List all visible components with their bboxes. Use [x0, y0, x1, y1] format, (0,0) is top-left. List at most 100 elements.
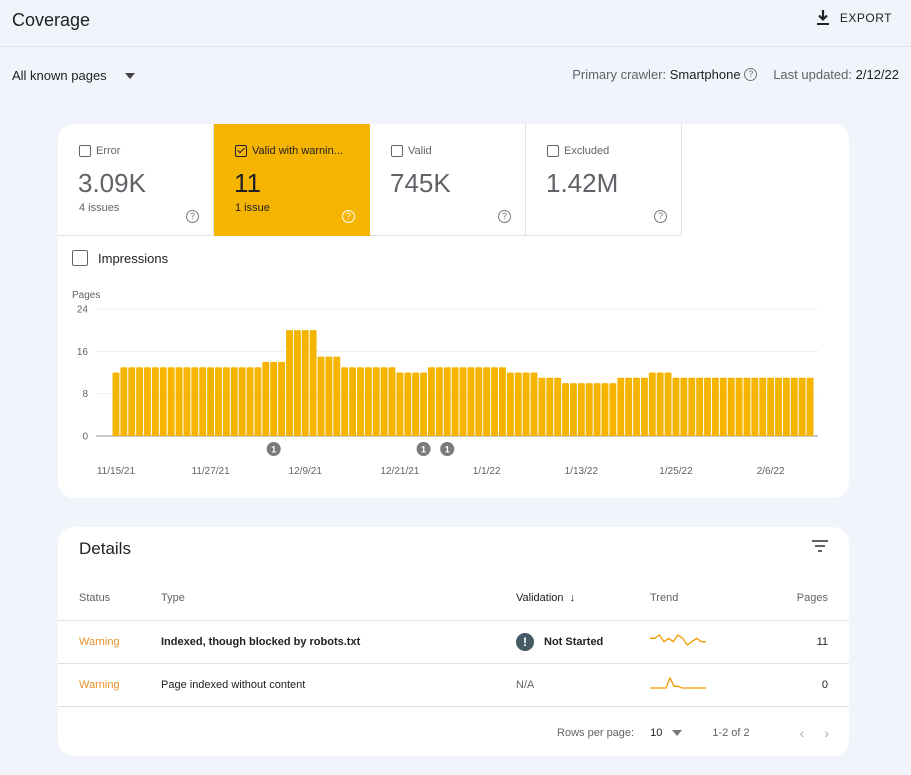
bar	[514, 372, 522, 436]
bar	[151, 367, 159, 436]
bar	[372, 367, 380, 436]
table-row[interactable]: Warning Indexed, though blocked by robot…	[58, 620, 849, 664]
bar	[222, 367, 230, 436]
tile-value: 745K	[390, 168, 451, 198]
bar	[278, 361, 286, 436]
bar	[159, 367, 167, 436]
help-icon[interactable]: ?	[744, 68, 758, 81]
tile-value: 11	[234, 168, 261, 198]
bar	[577, 383, 585, 436]
impressions-label: Impressions	[98, 250, 169, 266]
tile-label: Excluded	[564, 145, 610, 157]
y-axis-label: Pages	[72, 290, 100, 301]
bar	[751, 377, 759, 436]
prev-page-icon[interactable]: ‹	[800, 725, 805, 741]
pages-bar-chart: Pages 0 8 16 24 1 1 1 11/15/21 11/27/21 12/9/21 12/…	[72, 290, 818, 477]
updated-value: 2/12/22	[855, 67, 899, 82]
help-icon[interactable]: ?	[186, 210, 199, 223]
trend-sparkline	[650, 634, 706, 646]
bar	[530, 372, 538, 436]
bar	[625, 377, 633, 436]
bar	[167, 367, 175, 436]
bar	[175, 367, 183, 436]
annotation-label: 1	[271, 445, 276, 455]
bar	[735, 377, 743, 436]
x-tick-label: 1/25/22	[659, 466, 693, 477]
validation-header-label: Validation	[516, 592, 564, 605]
validation-value: Not Started	[544, 635, 604, 648]
bar	[759, 377, 767, 436]
bar	[309, 330, 317, 436]
x-tick-label: 11/15/21	[97, 466, 136, 477]
tile-error[interactable]: Error 3.09K 4 issues ?	[58, 124, 214, 236]
updated-label: Last updated:	[773, 67, 852, 82]
checkbox-checked-icon[interactable]	[235, 145, 247, 157]
filter-icon[interactable]	[811, 539, 829, 553]
bar	[467, 367, 475, 436]
bar	[262, 361, 270, 436]
checkbox-icon[interactable]	[72, 250, 88, 266]
bar	[601, 383, 609, 436]
tile-valid-with-warnings[interactable]: Valid with warnin... 11 1 issue ?	[214, 124, 370, 236]
checkbox-icon[interactable]	[547, 145, 559, 157]
checkbox-icon[interactable]	[391, 145, 403, 157]
pages-cell: 11	[760, 620, 849, 664]
tile-subtext: 4 issues	[79, 202, 120, 214]
column-header-trend[interactable]: Trend	[650, 577, 760, 621]
next-page-icon[interactable]: ›	[824, 725, 829, 741]
status-cell: Warning	[58, 663, 161, 707]
dropdown-caret-icon[interactable]	[672, 730, 683, 736]
bar	[704, 377, 711, 436]
impressions-toggle[interactable]: Impressions	[72, 250, 168, 266]
bar	[546, 377, 554, 436]
y-tick-label: 0	[82, 432, 88, 443]
type-cell: Indexed, though blocked by robots.txt	[161, 620, 516, 664]
rows-per-page-select[interactable]: 10	[650, 727, 662, 739]
exclamation-icon: !	[516, 632, 534, 651]
column-header-status[interactable]: Status	[58, 577, 161, 621]
x-tick-label: 1/13/22	[565, 466, 599, 477]
column-header-pages[interactable]: Pages	[760, 577, 849, 621]
bar	[782, 377, 790, 436]
page-range: 1-2 of 2	[712, 727, 750, 739]
export-button[interactable]: EXPORT	[816, 10, 892, 26]
trend-cell	[650, 663, 760, 707]
summary-chart-card: Error 3.09K 4 issues ? Valid with warnin…	[58, 124, 849, 498]
bar	[491, 367, 498, 436]
dropdown-caret-icon	[124, 72, 135, 79]
bar	[538, 377, 546, 436]
tile-excluded[interactable]: Excluded 1.42M ?	[526, 124, 682, 236]
annotation-label: 1	[421, 445, 426, 455]
bar	[554, 377, 562, 436]
page-filter-dropdown[interactable]: All known pages	[12, 68, 135, 83]
page-title: Coverage	[12, 10, 91, 30]
tile-subtext: 1 issue	[235, 202, 270, 214]
bar	[506, 372, 514, 436]
tile-value: 3.09K	[78, 168, 146, 198]
bar	[767, 377, 775, 436]
tile-valid[interactable]: Valid 745K ?	[370, 124, 526, 236]
tile-label: Valid	[408, 145, 432, 157]
column-header-validation[interactable]: Validation ↓	[516, 577, 650, 621]
bar	[120, 367, 128, 436]
help-icon[interactable]: ?	[342, 210, 355, 223]
bar	[388, 367, 396, 436]
bar	[293, 330, 301, 436]
tile-value: 1.42M	[546, 168, 619, 198]
table-row[interactable]: Warning Page indexed without content N/A…	[58, 663, 849, 707]
top-bar: Coverage EXPORT	[0, 0, 911, 47]
column-header-type[interactable]: Type	[161, 577, 516, 621]
bar	[191, 367, 199, 436]
bar	[428, 367, 435, 436]
bar	[585, 383, 593, 436]
bar	[680, 377, 688, 436]
sort-arrow-down-icon: ↓	[566, 592, 576, 605]
trend-sparkline	[650, 676, 706, 689]
help-icon[interactable]: ?	[654, 210, 667, 223]
bar	[333, 356, 341, 436]
help-icon[interactable]: ?	[498, 210, 511, 223]
checkbox-icon[interactable]	[79, 145, 91, 157]
x-tick-label: 11/27/21	[192, 466, 231, 477]
bar	[420, 372, 428, 436]
y-tick-label: 16	[77, 347, 89, 358]
